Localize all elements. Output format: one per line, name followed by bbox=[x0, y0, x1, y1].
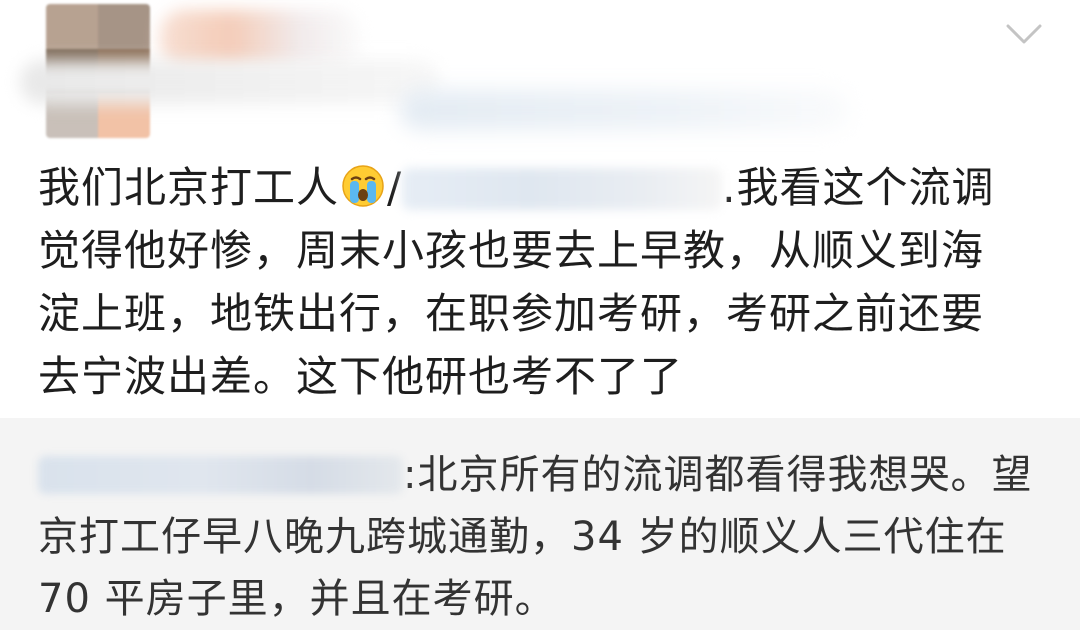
post-text: 我们北京打工人 / .我看这个流调 觉得他好惨，周末小孩也要去上早教，从顺义到海 … bbox=[38, 156, 1048, 408]
post-line: 去宁波出差。这下他研也考不了了 bbox=[38, 352, 684, 401]
post-text-segment: 我们北京打工人 bbox=[38, 163, 340, 212]
more-options-button[interactable] bbox=[1004, 18, 1044, 50]
repost-line: 70 平房子里，并且在考研。 bbox=[38, 576, 556, 622]
post-line: 我们北京打工人 / .我看这个流调 bbox=[38, 156, 1048, 219]
repost-card[interactable]: :北京所有的流调都看得我想哭。望 京打工仔早八晚九跨城通勤，34 岁的顺义人三代… bbox=[0, 418, 1080, 630]
post-line: 觉得他好惨，周末小孩也要去上早教，从顺义到海 bbox=[38, 226, 985, 275]
mention-redacted[interactable] bbox=[402, 168, 723, 210]
weibo-post-screenshot: 我们北京打工人 / .我看这个流调 觉得他好惨，周末小孩也要去上早教，从顺义到海 … bbox=[0, 0, 1080, 630]
repost-line: 京打工仔早八晚九跨城通勤，34 岁的顺义人三代住在 bbox=[38, 514, 1007, 560]
post-meta-redacted bbox=[20, 60, 440, 104]
repost-author-redacted[interactable] bbox=[38, 456, 403, 494]
crying-face-icon bbox=[341, 162, 385, 207]
post-meta-redacted-secondary bbox=[400, 90, 850, 130]
chevron-down-icon bbox=[1006, 24, 1042, 44]
post-line: 淀上班，地铁出行，在职参加考研，考研之前还要 bbox=[38, 289, 985, 338]
repost-text-segment: :北京所有的流调都看得我想哭。望 bbox=[403, 452, 1033, 498]
repost-line: :北京所有的流调都看得我想哭。望 bbox=[38, 444, 1058, 506]
post-text-segment: .我看这个流调 bbox=[722, 163, 995, 212]
post-text-segment: / bbox=[387, 163, 403, 212]
repost-text: :北京所有的流调都看得我想哭。望 京打工仔早八晚九跨城通勤，34 岁的顺义人三代… bbox=[38, 444, 1058, 630]
